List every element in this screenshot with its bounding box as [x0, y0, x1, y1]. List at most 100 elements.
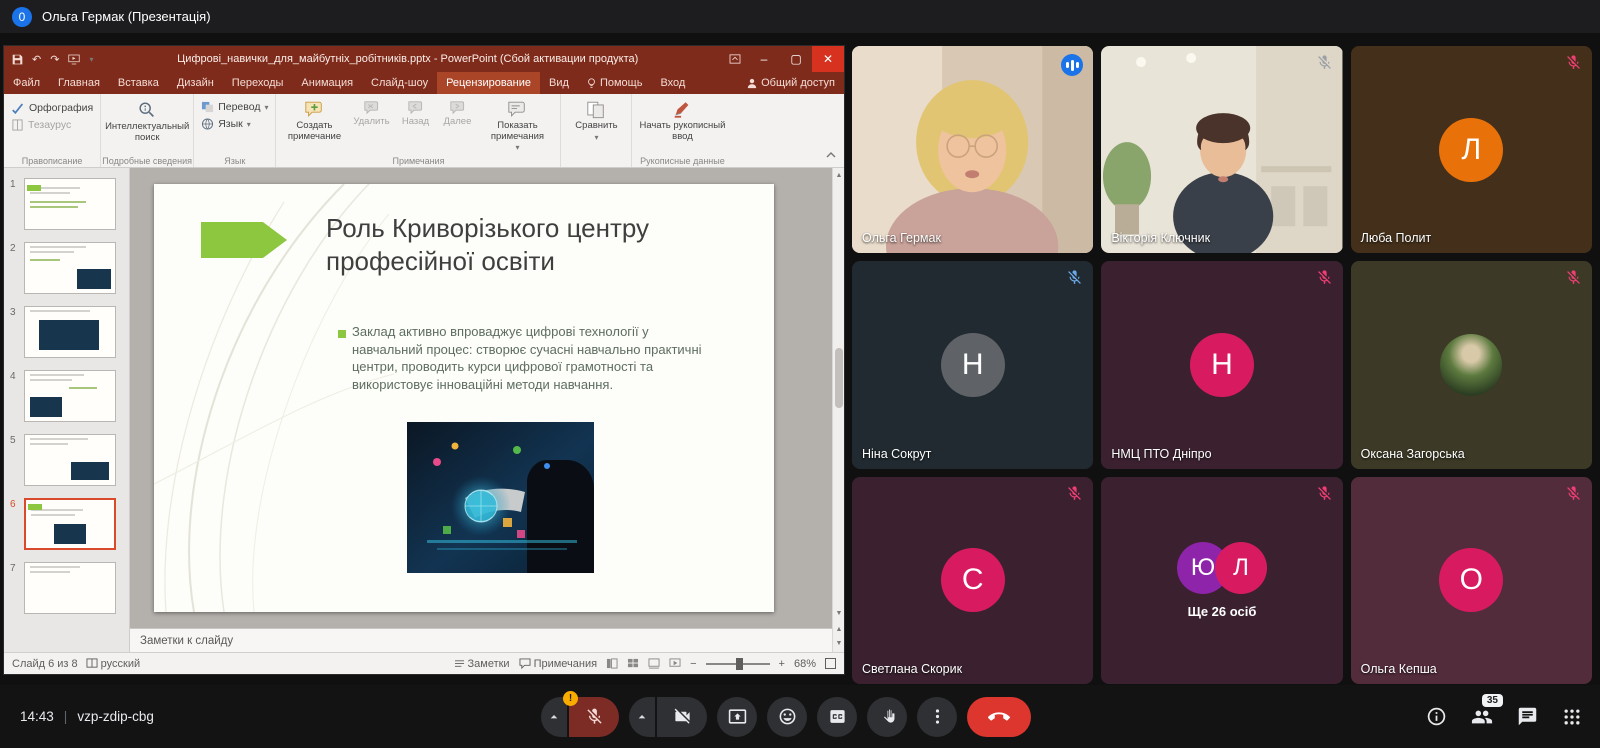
view-normal-icon[interactable] [606, 658, 618, 669]
mic-off-icon [1316, 269, 1333, 291]
previous-slide-icon[interactable]: ▲ [833, 622, 845, 636]
present-icon [728, 707, 747, 726]
zoom-slider[interactable] [706, 663, 770, 665]
ribbon-display-options-icon[interactable] [722, 46, 748, 72]
tab-slideshow[interactable]: Слайд-шоу [362, 72, 437, 94]
participant-tile-svetlana-skoryk[interactable]: С Светлана Скорик [852, 477, 1093, 684]
slide-thumbnail-3[interactable]: 3 [4, 302, 129, 366]
thesaurus-button[interactable]: Тезаурус [11, 119, 93, 131]
presentation-title: Ольга Гермак (Презентація) [42, 9, 211, 24]
notes-pane[interactable]: Заметки к слайду [130, 628, 832, 652]
participant-tile-oksana-zahorska[interactable]: Оксана Загорська [1351, 261, 1592, 468]
tab-transitions[interactable]: Переходы [223, 72, 293, 94]
zoom-slider-thumb[interactable] [736, 658, 743, 670]
language-button[interactable]: Язык▾ [201, 118, 268, 130]
tab-file[interactable]: Файл [4, 72, 49, 94]
tab-home[interactable]: Главная [49, 72, 109, 94]
next-comment-button[interactable]: Далее [439, 98, 475, 128]
chat-button[interactable] [1517, 706, 1538, 727]
delete-comment-button[interactable]: Удалить [351, 98, 391, 128]
comments-toggle[interactable]: Примечания [519, 658, 598, 670]
participant-tile-nmc-pto-dnipro[interactable]: Н НМЦ ПТО Дніпро [1101, 261, 1342, 468]
view-sorter-icon[interactable] [627, 658, 639, 669]
slide-thumbnail-7[interactable]: 7 [4, 558, 129, 622]
redo-icon[interactable]: ↷ [50, 53, 59, 66]
slide-thumbnail-6-selected[interactable]: 6 [4, 494, 129, 558]
participant-tile-overflow[interactable]: Ю Л Ще 26 осіб [1101, 477, 1342, 684]
tab-view[interactable]: Вид [540, 72, 578, 94]
tab-animations[interactable]: Анимация [292, 72, 362, 94]
avatar: Л [1215, 542, 1267, 594]
slide-scrollbar[interactable]: ▲ ▼ ▲ ▼ [832, 168, 844, 652]
close-button[interactable]: ✕ [812, 46, 844, 72]
slide-thumbnail-2[interactable]: 2 [4, 238, 129, 302]
restore-button[interactable]: ▢ [780, 46, 812, 72]
camera-button[interactable] [657, 697, 707, 737]
slide-thumbnail-4[interactable]: 4 [4, 366, 129, 430]
compare-icon [586, 100, 606, 119]
participant-name: Ольга Кепша [1361, 662, 1437, 676]
zoom-in-icon[interactable]: + [779, 658, 785, 670]
view-slideshow-icon[interactable] [669, 658, 681, 669]
save-icon[interactable] [12, 54, 23, 65]
next-slide-icon[interactable]: ▼ [833, 636, 845, 650]
divider: | [64, 709, 68, 724]
activities-button[interactable] [1562, 707, 1582, 727]
reactions-button[interactable] [767, 697, 807, 737]
participant-tile-olha-hermak[interactable]: Ольга Гермак [852, 46, 1093, 253]
raise-hand-button[interactable] [867, 697, 907, 737]
fit-to-window-icon[interactable] [825, 658, 836, 669]
avatar: Н [1190, 333, 1254, 397]
scroll-up-icon[interactable]: ▲ [833, 168, 845, 182]
mic-button[interactable]: ! [569, 697, 619, 737]
info-button[interactable] [1426, 706, 1447, 727]
minimize-button[interactable]: – [748, 46, 780, 72]
participant-tile-nina-sokrut[interactable]: Н Ніна Сокрут [852, 261, 1093, 468]
participant-tile-olha-kepsha[interactable]: О Ольга Кепша [1351, 477, 1592, 684]
proofing-language[interactable]: русский [86, 658, 140, 670]
tab-insert[interactable]: Вставка [109, 72, 168, 94]
avatar: С [941, 548, 1005, 612]
ribbon-group-ink: Начать рукописный ввод Рукописные данные [632, 94, 732, 167]
slide-thumbnail-1[interactable]: 1 [4, 174, 129, 238]
more-options-button[interactable] [917, 697, 957, 737]
present-button[interactable] [717, 697, 757, 737]
current-slide[interactable]: Роль Криворізького центру професійної ос… [154, 184, 774, 612]
book-icon [11, 119, 24, 131]
quick-access-toolbar: ↶ ↷ ▾ [12, 53, 93, 66]
view-reading-icon[interactable] [648, 658, 660, 669]
translate-button[interactable]: Перевод▾ [201, 101, 268, 113]
presentation-top-bar: 0 Ольга Гермак (Презентація) [0, 0, 1600, 33]
mic-off-icon [585, 707, 604, 726]
participant-tile-liuba-polyt[interactable]: Л Люба Полит [1351, 46, 1592, 253]
spelling-button[interactable]: Орфография [11, 101, 93, 114]
compare-button[interactable]: Сравнить ▾ [568, 98, 624, 143]
show-comments-button[interactable]: Показать примечания ▾ [481, 98, 553, 153]
smart-lookup-button[interactable]: Интеллектуальный поиск [108, 98, 186, 143]
collapse-ribbon-icon[interactable] [826, 145, 836, 163]
new-comment-button[interactable]: Создать примечание [283, 98, 345, 142]
zoom-out-icon[interactable]: − [690, 658, 696, 670]
tab-share[interactable]: Общий доступ [738, 72, 844, 94]
slide-thumbnail-panel[interactable]: 1 2 3 4 5 6 7 [4, 168, 130, 652]
tab-design[interactable]: Дизайн [168, 72, 223, 94]
mic-options-button[interactable] [541, 697, 567, 737]
scroll-down-icon[interactable]: ▼ [833, 606, 845, 620]
people-button[interactable]: 35 [1471, 706, 1493, 728]
participant-tile-viktoriia-kliuchnyk[interactable]: Вікторія Ключник [1101, 46, 1342, 253]
captions-button[interactable] [817, 697, 857, 737]
slide-thumbnail-5[interactable]: 5 [4, 430, 129, 494]
call-end-icon [988, 706, 1010, 728]
previous-comment-button[interactable]: Назад [397, 98, 433, 128]
tab-help[interactable]: Помощь [578, 72, 652, 94]
mic-off-icon [1066, 485, 1083, 507]
start-inking-button[interactable]: Начать рукописный ввод [639, 98, 725, 142]
tab-signin[interactable]: Вход [651, 72, 694, 94]
slideshow-icon[interactable] [68, 54, 80, 65]
camera-options-button[interactable] [629, 697, 655, 737]
scrollbar-thumb[interactable] [835, 348, 843, 408]
undo-icon[interactable]: ↶ [32, 53, 41, 66]
notes-toggle[interactable]: Заметки [454, 658, 510, 670]
end-call-button[interactable] [967, 697, 1031, 737]
tab-review[interactable]: Рецензирование [437, 72, 540, 94]
